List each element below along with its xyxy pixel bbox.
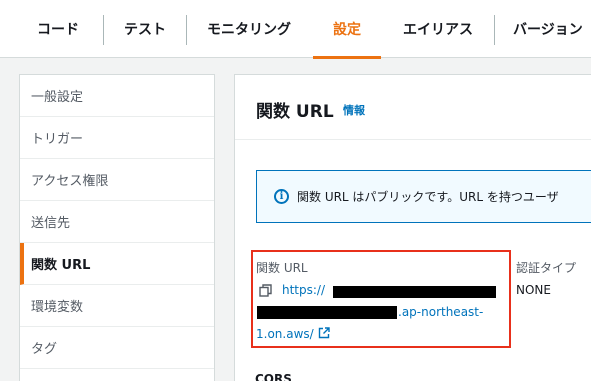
function-url-part3-text: 1.on.aws/ (256, 327, 314, 341)
copy-icon[interactable] (259, 284, 272, 297)
tab-versions[interactable]: バージョン (500, 0, 591, 58)
tab-settings[interactable]: 設定 (313, 0, 381, 59)
external-link-icon (318, 327, 330, 339)
sidebar-item-label: 環境変数 (31, 300, 84, 315)
tab-monitoring[interactable]: モニタリング (189, 0, 309, 58)
sidebar-item-label: 一般設定 (31, 90, 84, 105)
function-url-part3[interactable]: 1.on.aws/ (256, 327, 330, 341)
alert-text: 関数 URL はパブリックです。URL を持つユーザ (297, 190, 559, 204)
function-url-label: 関数 URL (256, 261, 308, 275)
tab-label: モニタリング (207, 22, 291, 38)
function-url-part1[interactable]: https:// (282, 283, 325, 297)
tab-label: 設定 (333, 22, 361, 38)
public-url-alert: i 関数 URL はパブリックです。URL を持つユーザ (256, 170, 591, 223)
panel-header: 関数 URL 情報 (235, 75, 591, 140)
tab-label: バージョン (513, 22, 583, 38)
tab-aliases[interactable]: エイリアス (386, 0, 490, 58)
redaction-bar (257, 306, 397, 319)
info-icon: i (274, 189, 289, 204)
tab-test[interactable]: テスト (106, 0, 184, 58)
redaction-bar (333, 286, 496, 298)
auth-type-value: NONE (516, 283, 551, 297)
tab-separator (103, 15, 104, 45)
function-url-part2[interactable]: .ap-northeast- (398, 305, 483, 319)
sidebar-item-tags[interactable]: タグ (20, 327, 214, 369)
info-link[interactable]: 情報 (343, 102, 365, 118)
sidebar-item-destinations[interactable]: 送信先 (20, 201, 214, 243)
tab-label: コード (37, 22, 79, 38)
function-url-panel: 関数 URL 情報 i 関数 URL はパブリックです。URL を持つユーザ 関… (234, 74, 591, 381)
page-title: 関数 URL (256, 102, 334, 122)
sidebar-item-environment-variables[interactable]: 環境変数 (20, 285, 214, 327)
sidebar-item-label: アクセス権限 (31, 174, 109, 189)
cors-label: CORS (255, 372, 292, 381)
auth-type-label: 認証タイプ (516, 261, 577, 275)
sidebar-item-label: 関数 URL (31, 258, 91, 273)
sidebar-item-label: トリガー (31, 132, 84, 147)
tab-separator (186, 15, 187, 45)
tab-label: テスト (124, 22, 166, 38)
tab-label: エイリアス (403, 22, 473, 38)
sidebar-item-function-url[interactable]: 関数 URL (20, 243, 214, 285)
settings-sidebar: 一般設定 トリガー アクセス権限 送信先 関数 URL 環境変数 タグ (19, 74, 215, 381)
tab-separator (494, 15, 495, 45)
tab-bar: コード テスト モニタリング 設定 エイリアス バージョン (0, 0, 591, 59)
sidebar-item-triggers[interactable]: トリガー (20, 117, 214, 159)
sidebar-item-general[interactable]: 一般設定 (20, 75, 214, 117)
sidebar-item-label: タグ (31, 342, 58, 357)
sidebar-item-permissions[interactable]: アクセス権限 (20, 159, 214, 201)
sidebar-item-label: 送信先 (31, 216, 71, 231)
tab-code[interactable]: コード (16, 0, 100, 58)
